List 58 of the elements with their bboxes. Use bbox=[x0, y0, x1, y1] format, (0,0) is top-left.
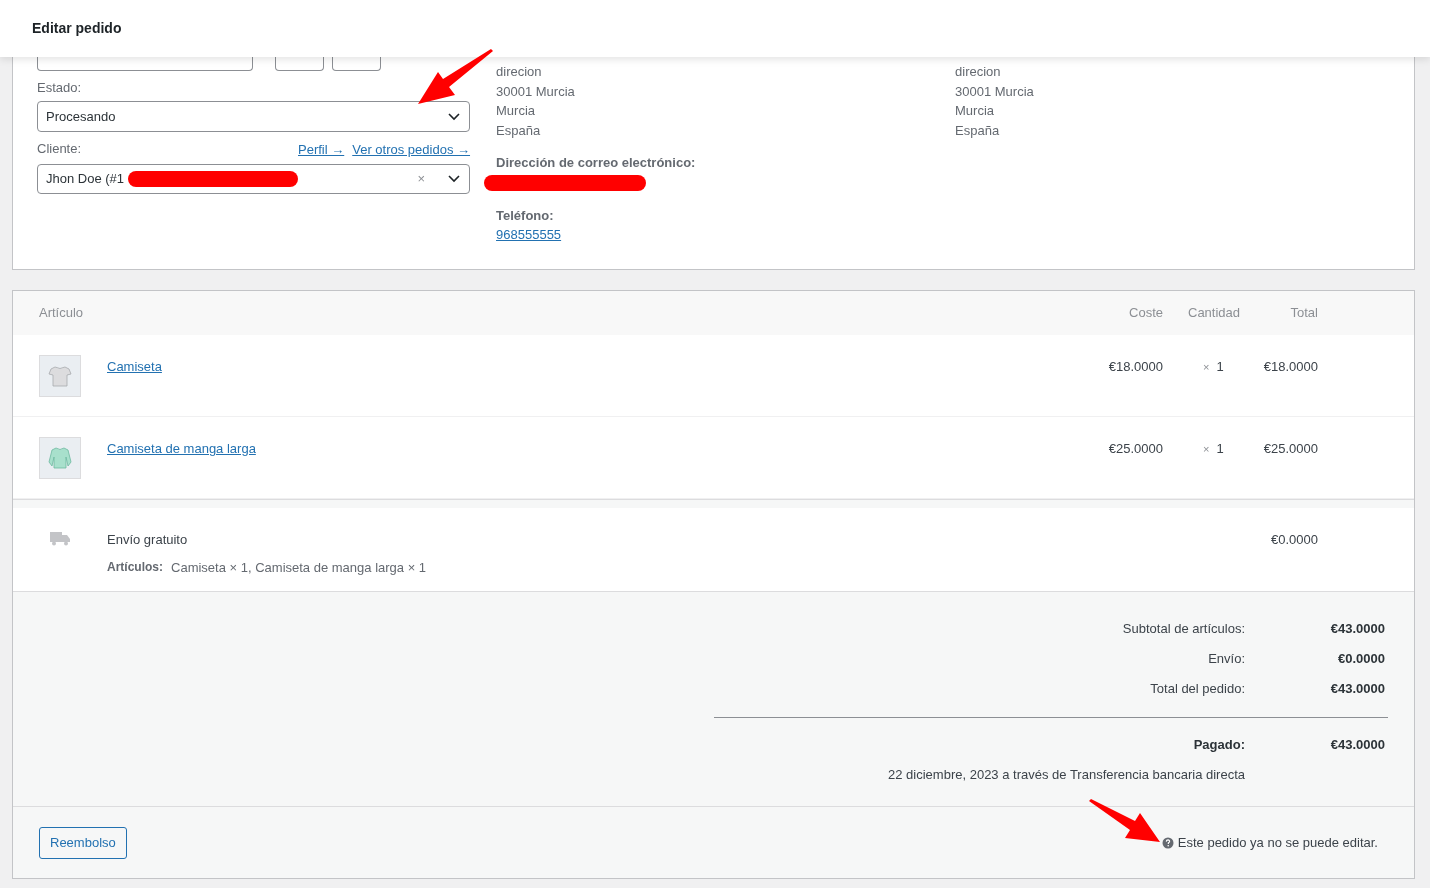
product-link[interactable]: Camiseta bbox=[107, 357, 162, 377]
total-label: Total del pedido: bbox=[1150, 680, 1245, 699]
payment-note: 22 diciembre, 2023 a través de Transferencia bancaria directa bbox=[888, 766, 1245, 785]
field-label: Cliente: bbox=[37, 140, 82, 158]
table-cell-text: €25.0000 bbox=[1107, 440, 1163, 458]
address-line: 30001 Murcia bbox=[496, 82, 576, 101]
field-label: Teléfono: bbox=[496, 206, 555, 225]
address-line: España bbox=[496, 121, 542, 140]
customer-select[interactable]: Jhon Doe (#1 × bbox=[37, 163, 471, 194]
minute-field[interactable] bbox=[332, 57, 381, 71]
total-value: €43.0000 bbox=[1329, 736, 1385, 755]
address-line: 30001 Murcia bbox=[955, 82, 1035, 101]
field-label: Dirección de correo electrónico: bbox=[496, 154, 697, 172]
link[interactable]: Ver otros pedidos → bbox=[352, 140, 471, 160]
total-label: Envío: bbox=[1208, 650, 1245, 669]
address-line: España bbox=[955, 121, 1001, 140]
total-value: €43.0000 bbox=[1329, 680, 1385, 699]
t-shirt-icon bbox=[48, 365, 72, 387]
total-value: €43.0000 bbox=[1329, 620, 1385, 639]
notice-text: Este pedido ya no se puede editar. bbox=[1177, 834, 1378, 852]
table-cell-text: €18.0000 bbox=[1262, 358, 1318, 376]
clear-icon[interactable]: × bbox=[417, 168, 426, 189]
column-header: Artículo bbox=[38, 304, 85, 323]
meta-value: Camiseta × 1, Camiseta de manga larga × 1 bbox=[171, 558, 427, 577]
shipping-method: Envío gratuito bbox=[107, 531, 189, 549]
total-label: Pagado: bbox=[1193, 736, 1245, 755]
truck-icon bbox=[49, 530, 71, 546]
column-header: Coste bbox=[1128, 304, 1163, 323]
table-cell-text: €18.0000 bbox=[1107, 358, 1163, 376]
address-line: Murcia bbox=[955, 102, 996, 120]
hour-field[interactable] bbox=[275, 57, 324, 71]
select-value: Jhon Doe (#1 bbox=[46, 169, 125, 188]
column-header: Cantidad bbox=[1187, 304, 1240, 323]
table-cell-text: 1 bbox=[1216, 440, 1224, 458]
column-header: Total bbox=[1289, 304, 1318, 323]
refund-button[interactable]: Reembolso bbox=[39, 827, 127, 859]
address-line: direcion bbox=[955, 63, 1002, 81]
help-icon bbox=[1161, 836, 1174, 849]
times-sign: × bbox=[1203, 442, 1210, 457]
times-sign: × bbox=[1203, 360, 1210, 375]
annotation-arrow bbox=[1089, 799, 1160, 842]
address-line: Murcia bbox=[496, 102, 537, 120]
status-select[interactable]: Procesando bbox=[37, 101, 471, 132]
date-field[interactable] bbox=[37, 57, 253, 71]
link[interactable]: Perfil → bbox=[298, 140, 345, 160]
table-cell-text: 1 bbox=[1216, 358, 1224, 376]
select-value: Procesando bbox=[46, 107, 116, 126]
meta-label: Artículos: bbox=[107, 558, 163, 576]
total-label: Subtotal de artículos: bbox=[1122, 620, 1245, 639]
field-label: Estado: bbox=[37, 79, 83, 97]
table-cell-text: €0.0000 bbox=[1270, 531, 1318, 549]
product-link[interactable]: Camiseta de manga larga bbox=[107, 439, 256, 459]
phone-link[interactable]: 968555555 bbox=[496, 227, 562, 242]
address-line: direcion bbox=[496, 63, 543, 81]
sweater-icon bbox=[48, 446, 72, 470]
page-title: Editar pedido bbox=[32, 19, 122, 38]
total-value: €0.0000 bbox=[1337, 650, 1385, 669]
table-cell-text: €25.0000 bbox=[1262, 440, 1318, 458]
